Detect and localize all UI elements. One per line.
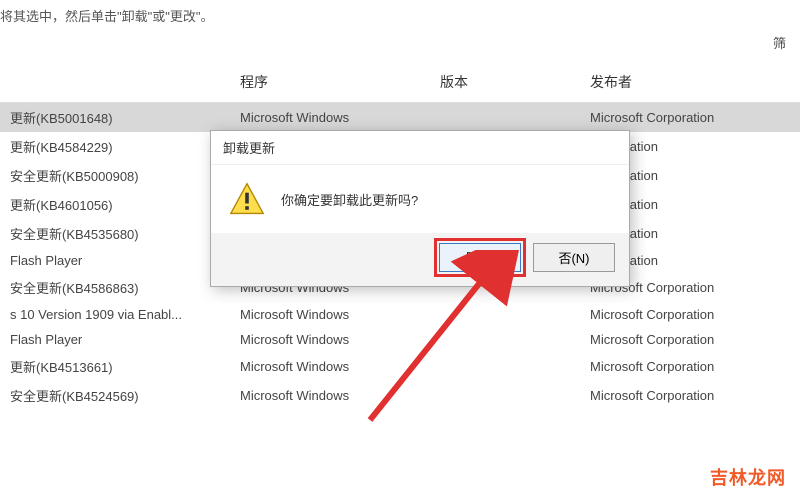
yes-button[interactable]: 是(Y) (439, 243, 521, 272)
watermark-text: 吉林龙网 (710, 464, 786, 490)
col-header-name[interactable] (0, 64, 230, 103)
cell-name: 安全更新(KB4524569) (0, 381, 230, 410)
cell-version (430, 103, 580, 133)
cell-name: 更新(KB5001648) (0, 103, 230, 133)
warning-icon (229, 181, 265, 217)
cell-name: 更新(KB4601056) (0, 190, 230, 219)
table-row[interactable]: 安全更新(KB4524569) Microsoft Windows Micros… (0, 381, 800, 410)
cell-name: Flash Player (0, 248, 230, 273)
cell-version (430, 381, 580, 410)
no-button[interactable]: 否(N) (533, 243, 615, 272)
table-row[interactable]: s 10 Version 1909 via Enabl... Microsoft… (0, 302, 800, 327)
dialog-body: 你确定要卸载此更新吗? (211, 165, 629, 225)
cell-program: Microsoft Windows (230, 302, 430, 327)
cell-publisher: Microsoft Corporation (580, 352, 800, 381)
cell-program: Microsoft Windows (230, 103, 430, 133)
cell-name: 安全更新(KB4586863) (0, 273, 230, 302)
dialog-message: 你确定要卸载此更新吗? (281, 190, 418, 209)
col-header-publisher[interactable]: 发布者 (580, 64, 800, 103)
col-header-version[interactable]: 版本 (430, 64, 580, 103)
cell-program: Microsoft Windows (230, 327, 430, 352)
cell-program: Microsoft Windows (230, 352, 430, 381)
cell-name: 更新(KB4513661) (0, 352, 230, 381)
cell-name: Flash Player (0, 327, 230, 352)
dialog-button-bar: 是(Y) 否(N) (211, 233, 629, 286)
cell-version (430, 327, 580, 352)
cell-publisher: Microsoft Corporation (580, 381, 800, 410)
cell-name: 安全更新(KB4535680) (0, 219, 230, 248)
table-header-row: 程序 版本 发布者 (0, 64, 800, 103)
filter-label-partial: 筛 (0, 29, 800, 56)
cell-publisher: Microsoft Corporation (580, 302, 800, 327)
table-row[interactable]: 更新(KB5001648) Microsoft Windows Microsof… (0, 103, 800, 133)
confirm-dialog: 卸载更新 你确定要卸载此更新吗? 是(Y) 否(N) (210, 130, 630, 287)
dialog-title: 卸载更新 (211, 131, 629, 165)
col-header-program[interactable]: 程序 (230, 64, 430, 103)
cell-version (430, 352, 580, 381)
cell-name: 更新(KB4584229) (0, 132, 230, 161)
cell-name: s 10 Version 1909 via Enabl... (0, 302, 230, 327)
cell-version (430, 302, 580, 327)
cell-name: 安全更新(KB5000908) (0, 161, 230, 190)
table-row[interactable]: 更新(KB4513661) Microsoft Windows Microsof… (0, 352, 800, 381)
cell-program: Microsoft Windows (230, 381, 430, 410)
cell-publisher: Microsoft Corporation (580, 327, 800, 352)
cell-publisher: Microsoft Corporation (580, 103, 800, 133)
table-row[interactable]: Flash Player Microsoft Windows Microsoft… (0, 327, 800, 352)
instruction-text: 将其选中，然后单击"卸载"或"更改"。 (0, 0, 800, 29)
